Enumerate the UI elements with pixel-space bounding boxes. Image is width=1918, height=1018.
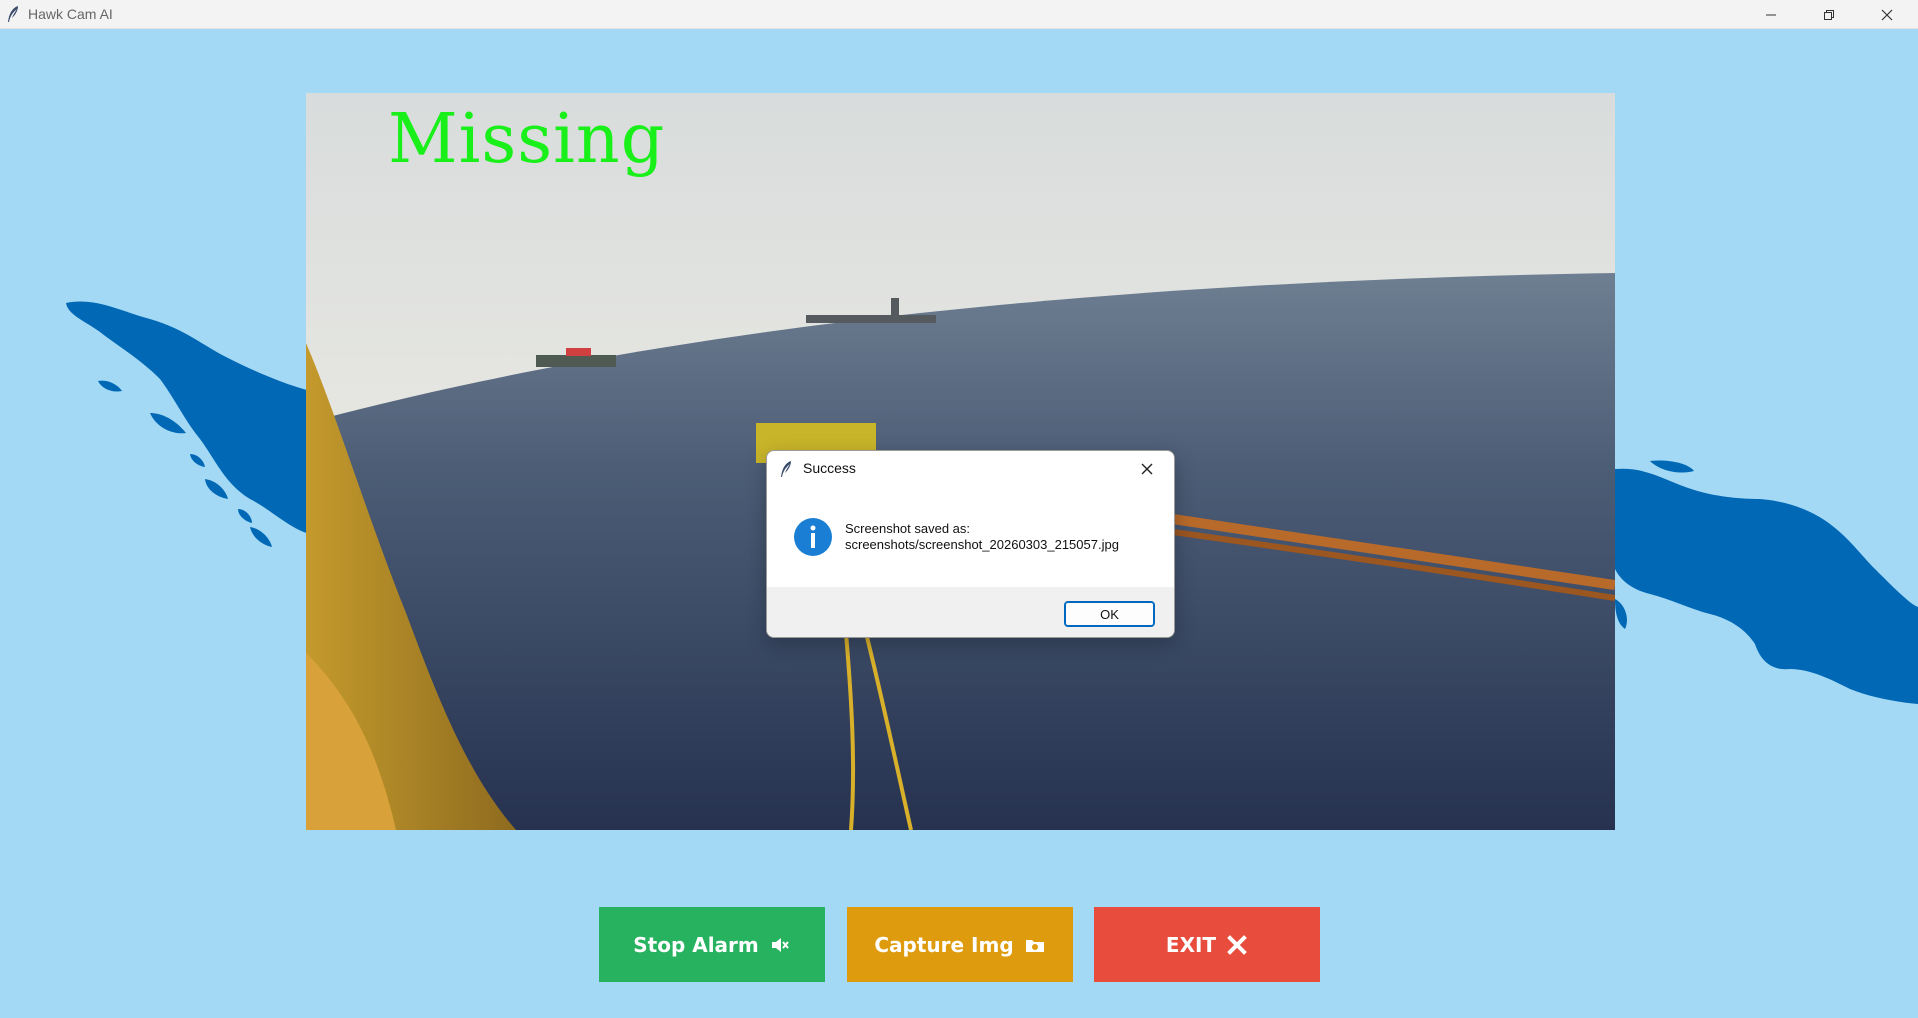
x-icon bbox=[1227, 934, 1247, 955]
exit-label: EXIT bbox=[1165, 932, 1217, 957]
dialog-message: Screenshot saved as: screenshots/screens… bbox=[845, 521, 1119, 553]
dialog-close-icon[interactable] bbox=[1138, 460, 1156, 478]
feather-icon bbox=[8, 6, 18, 22]
capture-img-label: Capture Img bbox=[874, 932, 1014, 957]
minimize-button[interactable] bbox=[1742, 0, 1800, 29]
dialog-message-line1: Screenshot saved as: bbox=[845, 521, 971, 536]
restore-button[interactable] bbox=[1800, 0, 1858, 29]
dialog-title: Success bbox=[803, 460, 856, 476]
stop-alarm-label: Stop Alarm bbox=[633, 932, 759, 957]
camera-folder-icon bbox=[1025, 939, 1044, 952]
window-title: Hawk Cam AI bbox=[28, 6, 113, 22]
close-button[interactable] bbox=[1858, 0, 1916, 29]
restore-icon bbox=[1824, 9, 1834, 20]
info-icon bbox=[794, 518, 832, 556]
close-icon bbox=[1881, 9, 1893, 20]
dialog-body: Screenshot saved as: screenshots/screens… bbox=[767, 487, 1174, 587]
success-dialog: Success Screenshot saved as: screenshots… bbox=[766, 450, 1175, 638]
feather-icon bbox=[781, 461, 791, 477]
dialog-message-line2: screenshots/screenshot_20260303_215057.j… bbox=[845, 537, 1119, 552]
dialog-title-bar: Success bbox=[767, 451, 1174, 487]
stop-alarm-button[interactable]: Stop Alarm bbox=[599, 907, 825, 982]
dialog-footer: OK bbox=[767, 587, 1174, 637]
capture-img-button[interactable]: Capture Img bbox=[847, 907, 1073, 982]
ok-button[interactable]: OK bbox=[1064, 601, 1155, 627]
speaker-muted-icon bbox=[771, 937, 789, 952]
exit-button[interactable]: EXIT bbox=[1094, 907, 1320, 982]
detection-status-label: Missing bbox=[388, 100, 666, 179]
title-bar: Hawk Cam AI bbox=[0, 0, 1918, 29]
minimize-icon bbox=[1766, 14, 1776, 15]
